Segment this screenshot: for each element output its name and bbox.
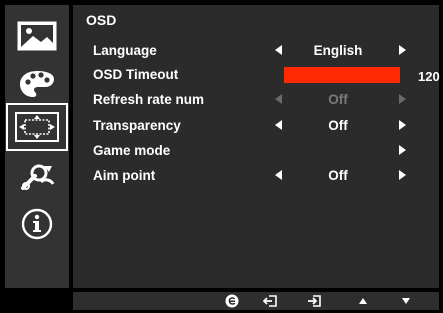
osd-button-guide [73,292,439,310]
settings-tab[interactable] [5,155,69,201]
settings-wrench-icon [21,164,55,190]
transparency-row[interactable]: Transparency Off [73,115,439,137]
osd-position-icon [15,112,59,142]
refresh-rate-num-label: Refresh rate num [93,92,205,107]
info-icon [21,208,53,240]
empowering-button[interactable] [217,292,247,310]
language-row[interactable]: Language English [73,40,439,62]
osd-timeout-row[interactable]: OSD Timeout 120 [73,64,440,86]
language-left-arrow-icon[interactable] [275,45,282,55]
aim-point-row[interactable]: Aim point Off [73,165,439,187]
aim-point-label: Aim point [93,168,156,183]
osd-menu: OSD Language English OSD Timeout 120 Ref… [0,0,443,313]
refresh-rate-num-row: Refresh rate num Off [73,89,439,111]
empowering-e-icon [225,294,239,308]
osd-timeout-label: OSD Timeout [93,67,179,82]
osd-tab[interactable] [6,103,68,151]
picture-tab[interactable] [5,13,69,59]
transparency-value: Off [328,118,348,133]
aim-point-value: Off [328,168,348,183]
info-tab[interactable] [5,201,69,247]
transparency-left-arrow-icon[interactable] [275,120,282,130]
enter-icon [308,295,321,307]
transparency-right-arrow-icon[interactable] [399,120,406,130]
color-palette-icon [20,71,54,97]
aim-point-left-arrow-icon[interactable] [275,170,282,180]
osd-sidebar [5,5,69,288]
language-value: English [313,43,363,58]
refresh-rate-num-value: Off [328,92,348,107]
language-label: Language [93,43,157,58]
refresh-rate-left-arrow-icon [275,94,282,104]
osd-timeout-slider[interactable] [284,67,400,83]
exit-icon [263,295,277,307]
transparency-label: Transparency [93,118,181,133]
game-mode-right-arrow-icon[interactable] [399,145,406,155]
osd-timeout-value: 120 [418,69,440,84]
refresh-rate-right-arrow-icon [399,94,406,104]
page-title: OSD [86,12,117,28]
down-button[interactable] [391,292,421,310]
up-arrow-icon [359,298,367,304]
picture-icon [17,21,57,51]
down-arrow-icon [402,298,410,304]
aim-point-right-arrow-icon[interactable] [399,170,406,180]
language-right-arrow-icon[interactable] [399,45,406,55]
exit-button[interactable] [255,292,285,310]
up-button[interactable] [348,292,378,310]
color-tab[interactable] [5,61,69,107]
osd-timeout-slider-fill [284,67,400,83]
game-mode-label: Game mode [93,143,171,158]
enter-button[interactable] [299,292,329,310]
game-mode-row[interactable]: Game mode [73,140,439,162]
